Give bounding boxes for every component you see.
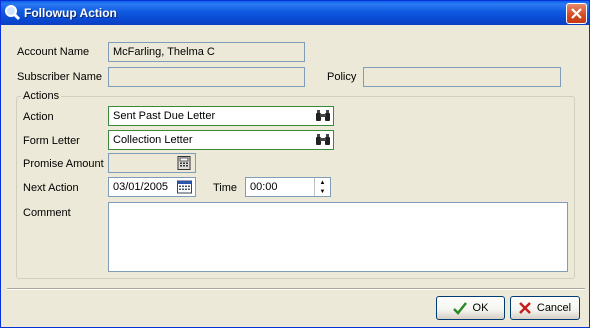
time-label: Time [213, 182, 238, 194]
account-name-field[interactable]: McFarling, Thelma C [108, 42, 305, 62]
promise-amount-field[interactable] [108, 153, 196, 173]
action-field[interactable]: Sent Past Due Letter [108, 106, 334, 126]
spin-up-icon[interactable]: ▲ [315, 178, 330, 187]
policy-label: Policy [327, 71, 357, 83]
promise-amount-label: Promise Amount [23, 158, 104, 170]
window-title: Followup Action [24, 6, 117, 20]
form-letter-field[interactable]: Collection Letter [108, 130, 334, 150]
subscriber-name-field[interactable] [108, 67, 305, 87]
next-action-date-field[interactable]: 03/01/2005 [108, 177, 196, 197]
policy-field[interactable] [363, 67, 561, 87]
comment-label: Comment [23, 207, 71, 219]
cancel-label: Cancel [536, 302, 572, 314]
cancel-button[interactable]: Cancel [510, 296, 580, 320]
action-label: Action [23, 111, 54, 123]
subscriber-name-label: Subscriber Name [17, 71, 102, 83]
form-letter-label: Form Letter [23, 135, 80, 147]
calendar-icon[interactable] [177, 180, 193, 195]
close-icon [571, 8, 582, 19]
binoculars-icon[interactable] [315, 133, 331, 148]
actions-group-title: Actions [21, 90, 62, 102]
close-button[interactable] [566, 3, 587, 24]
time-value: 00:00 [250, 181, 278, 193]
time-field[interactable]: 00:00 ▲ ▼ [245, 177, 331, 197]
binoculars-icon[interactable] [315, 109, 331, 124]
next-action-label: Next Action [23, 182, 79, 194]
ok-label: OK [472, 302, 489, 314]
magnifier-icon [4, 4, 21, 21]
checkmark-icon [452, 301, 467, 315]
followup-action-dialog: Followup Action Account Name McFarling, … [0, 0, 590, 328]
comment-textarea[interactable] [108, 202, 568, 272]
spin-down-icon[interactable]: ▼ [315, 187, 330, 196]
ok-button[interactable]: OK [436, 296, 505, 320]
time-spinner[interactable]: ▲ ▼ [314, 178, 330, 196]
title-bar: Followup Action [1, 1, 589, 25]
calculator-icon[interactable] [177, 156, 193, 171]
form-letter-value: Collection Letter [113, 134, 193, 146]
action-value: Sent Past Due Letter [113, 110, 216, 122]
separator [7, 288, 585, 290]
account-name-label: Account Name [17, 46, 90, 58]
next-action-value: 03/01/2005 [113, 181, 169, 193]
x-icon [518, 302, 531, 314]
